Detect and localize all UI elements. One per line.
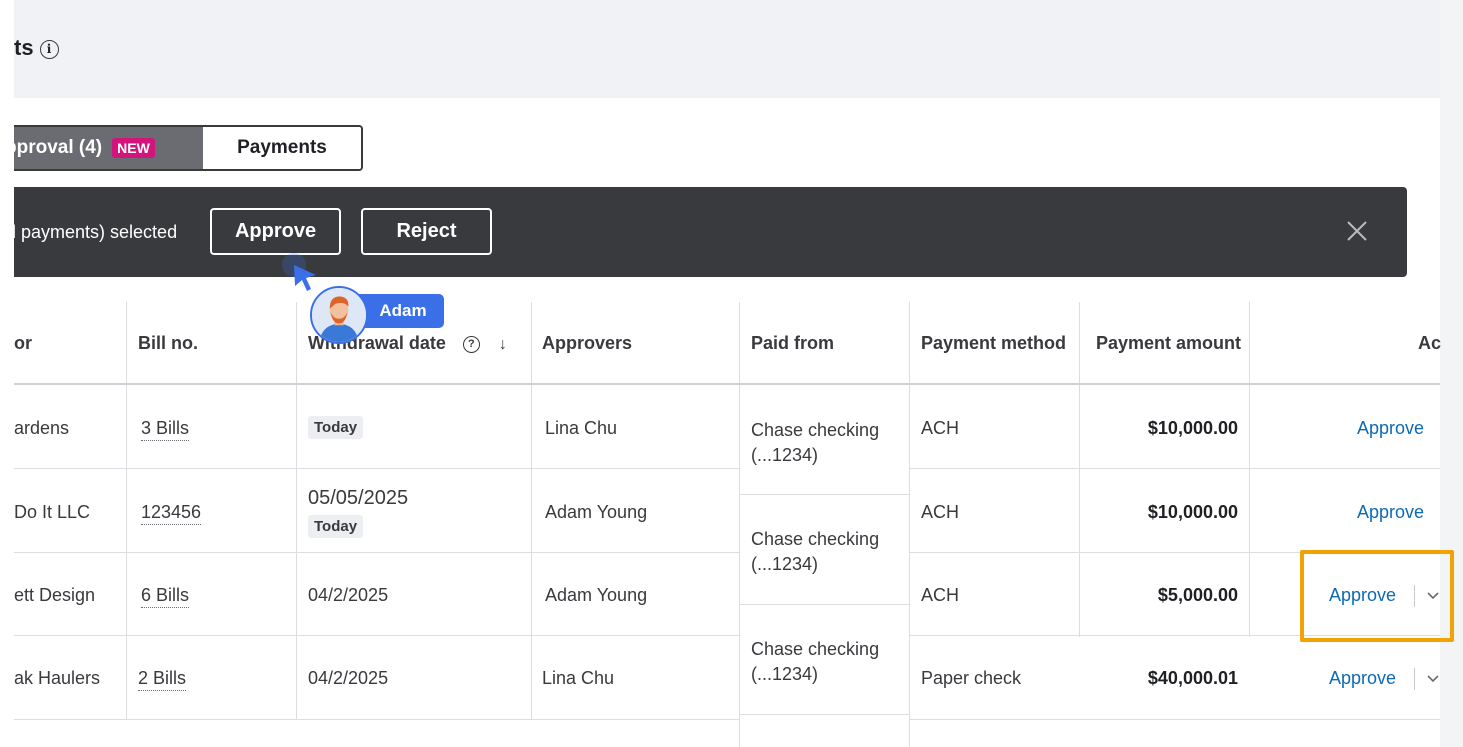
row2-approvers: Adam Young [545, 502, 648, 522]
row4-method: Paper check [921, 668, 1022, 688]
page-title: ts i [14, 35, 59, 61]
page-header-band [14, 0, 1440, 98]
row4-paid-from: Chase checking (...1234) [751, 639, 880, 684]
row2-amount: $10,000.00 [1147, 502, 1238, 522]
row4-amount: $40,000.01 [1147, 668, 1238, 688]
info-icon[interactable]: i [39, 40, 59, 59]
row2-date: 05/05/2025 [308, 487, 409, 509]
row4-approvers: Lina Chu [542, 668, 615, 688]
row1-paid-from: Chase checking (...1234) [751, 420, 880, 465]
row4-split-divider [1414, 668, 1415, 690]
view-toggle: pproval (4) NEW Payments [14, 125, 363, 171]
new-badge: NEW [112, 138, 155, 158]
pointer-cursor-icon [282, 253, 316, 291]
table-grid [0, 0, 1463, 747]
column-header-vendor[interactable]: or [14, 333, 32, 354]
row1-approve-link[interactable]: Approve [1357, 418, 1424, 439]
row4-vendor: ak Haulers [14, 668, 101, 688]
row2-approve-link[interactable]: Approve [1357, 502, 1424, 523]
row2-method: ACH [921, 502, 960, 522]
column-header-bill-no[interactable]: Bill no. [138, 333, 198, 354]
row1-amount: $10,000.00 [1147, 418, 1238, 438]
bulk-reject-button[interactable]: Reject [361, 208, 492, 255]
tab-for-approval-label: pproval (4) [14, 137, 103, 158]
row2-bill-link[interactable]: 123456 [141, 502, 202, 525]
row4-bill-link[interactable]: 2 Bills [138, 668, 187, 691]
row1-method: ACH [921, 418, 960, 438]
row1-approvers: Lina Chu [545, 418, 618, 438]
column-header-approvers[interactable]: Approvers [542, 333, 632, 354]
row3-vendor: ett Design [14, 585, 96, 605]
row2-paid-from: Chase checking (...1234) [751, 529, 880, 574]
help-icon[interactable]: ? [462, 336, 480, 353]
row1-today-chip: Today [308, 416, 364, 439]
bulk-approve-button[interactable]: Approve [210, 208, 341, 255]
close-icon[interactable] [1344, 218, 1370, 244]
column-header-payment-amount[interactable]: Payment amount [1096, 333, 1241, 354]
row3-bill-link[interactable]: 6 Bills [141, 585, 190, 608]
row3-amount: $5,000.00 [1157, 585, 1238, 605]
row2-today-chip: Today [308, 515, 364, 538]
tab-for-approval[interactable]: pproval (4) NEW [14, 127, 203, 169]
chevron-down-icon[interactable] [1426, 674, 1440, 684]
row2-vendor: Do It LLC [14, 502, 91, 522]
selection-count-text: ll payments) selected [8, 222, 178, 242]
row1-bill-link[interactable]: 3 Bills [141, 418, 190, 441]
column-header-paid-from[interactable]: Paid from [751, 333, 834, 354]
row3-date: 04/2/2025 [308, 585, 389, 605]
focus-highlight [1300, 550, 1454, 642]
tab-payments[interactable]: Payments [203, 127, 361, 169]
column-header-payment-method[interactable]: Payment method [921, 333, 1066, 354]
bulk-action-bar: ll payments) selected Approve Reject [8, 187, 1407, 277]
row3-approvers: Adam Young [545, 585, 648, 605]
row3-method: ACH [921, 585, 960, 605]
column-header-action: Ac [1418, 333, 1442, 353]
row4-date: 04/2/2025 [308, 668, 389, 688]
row4-approve-link[interactable]: Approve [1329, 668, 1396, 689]
sort-down-icon[interactable]: ↓ [499, 336, 507, 354]
row1-vendor: ardens [14, 418, 70, 438]
avatar [310, 286, 368, 344]
